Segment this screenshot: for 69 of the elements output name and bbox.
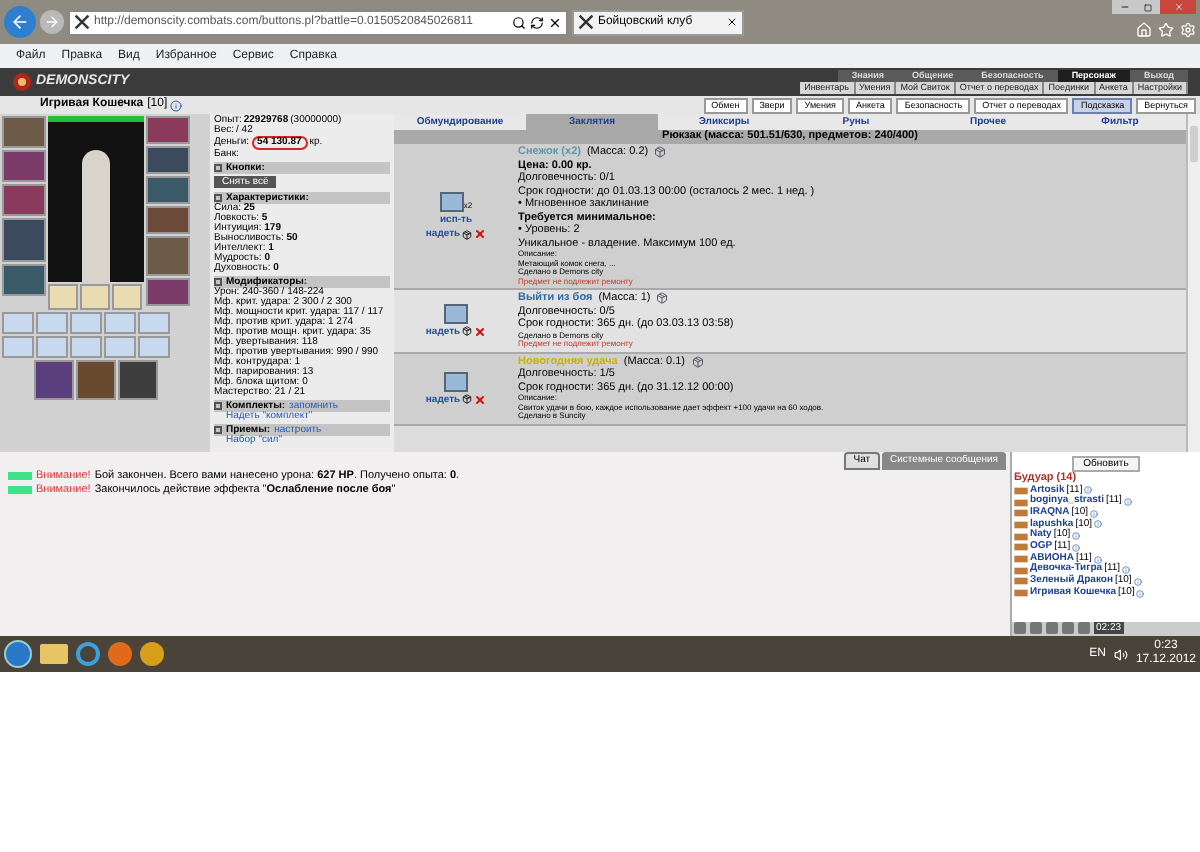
info-icon[interactable] xyxy=(1094,520,1103,529)
info-icon[interactable] xyxy=(1093,555,1102,564)
info-icon[interactable] xyxy=(1122,566,1131,575)
item-slot-picture[interactable] xyxy=(118,360,158,400)
item-slot-picture[interactable] xyxy=(2,312,34,334)
back-button[interactable] xyxy=(4,6,36,38)
item-slot-picture[interactable] xyxy=(146,116,190,144)
refresh-icon[interactable] xyxy=(530,15,544,29)
item-icon[interactable] xyxy=(462,326,473,337)
item-slot-picture[interactable] xyxy=(70,336,102,358)
item-slot-picture[interactable] xyxy=(80,284,110,310)
item-slot-picture[interactable] xyxy=(2,336,34,358)
forward-arrow-icon xyxy=(44,14,60,30)
item-slot-picture[interactable] xyxy=(76,360,116,400)
timestamp-badge xyxy=(8,485,32,494)
delete-icon[interactable] xyxy=(474,228,487,240)
item-slot-picture[interactable] xyxy=(2,116,46,148)
item-slot-picture[interactable] xyxy=(146,146,190,174)
forward-button[interactable] xyxy=(40,10,64,34)
item-slot-picture[interactable] xyxy=(146,278,190,306)
info-icon[interactable] xyxy=(1072,543,1081,552)
item-slot-picture[interactable] xyxy=(138,336,170,358)
maximize-button[interactable] xyxy=(1136,0,1160,14)
site-icon xyxy=(74,14,90,30)
item-slot-picture[interactable] xyxy=(2,184,46,216)
info-icon[interactable] xyxy=(1084,486,1093,495)
item-slot-picture[interactable] xyxy=(138,312,170,334)
info-icon[interactable] xyxy=(1136,589,1145,598)
close-window-button[interactable] xyxy=(1160,0,1196,14)
back-arrow-icon xyxy=(10,12,30,32)
item-slot-picture[interactable] xyxy=(34,360,74,400)
item-slot-picture[interactable] xyxy=(48,284,78,310)
close-tab-icon[interactable] xyxy=(726,16,738,28)
star-icon[interactable] xyxy=(1158,22,1174,38)
info-icon[interactable] xyxy=(1123,498,1132,507)
minimize-icon xyxy=(1119,2,1129,12)
search-icon[interactable] xyxy=(512,15,526,29)
maximize-icon xyxy=(1144,3,1152,11)
item-slot-picture[interactable] xyxy=(2,218,46,262)
settings-icon[interactable] xyxy=(1180,22,1196,38)
delete-icon[interactable] xyxy=(474,325,487,338)
item-slot-picture[interactable] xyxy=(36,336,68,358)
delete-icon[interactable] xyxy=(474,393,487,405)
scrollbar[interactable] xyxy=(1186,114,1200,452)
minimize-button[interactable] xyxy=(1112,0,1136,14)
item-slot-picture[interactable] xyxy=(112,284,142,310)
item-slot-picture[interactable] xyxy=(104,336,136,358)
site-icon xyxy=(578,14,594,30)
item-slot-picture[interactable] xyxy=(36,312,68,334)
item-slot-picture[interactable] xyxy=(2,264,46,296)
item-slot-picture[interactable] xyxy=(146,236,190,276)
timestamp-badge xyxy=(8,472,32,481)
item-slot-picture[interactable] xyxy=(70,312,102,334)
volume-icon[interactable] xyxy=(1113,647,1128,661)
item-slot-picture[interactable] xyxy=(104,312,136,334)
item-slot-picture[interactable] xyxy=(2,150,46,182)
circle-app-icon[interactable] xyxy=(140,642,164,666)
item-slot-picture[interactable] xyxy=(146,206,190,234)
info-icon[interactable] xyxy=(1090,509,1099,518)
item-icon[interactable] xyxy=(462,229,473,239)
home-icon[interactable] xyxy=(1136,22,1152,38)
emblem-icon xyxy=(12,72,32,92)
item-icon[interactable] xyxy=(462,394,473,404)
info-icon[interactable] xyxy=(1133,577,1142,586)
item-slot-picture[interactable] xyxy=(146,176,190,204)
close-icon[interactable] xyxy=(548,15,562,29)
info-icon[interactable] xyxy=(169,99,182,111)
info-icon[interactable] xyxy=(1072,532,1081,541)
start-button[interactable] xyxy=(4,640,32,668)
